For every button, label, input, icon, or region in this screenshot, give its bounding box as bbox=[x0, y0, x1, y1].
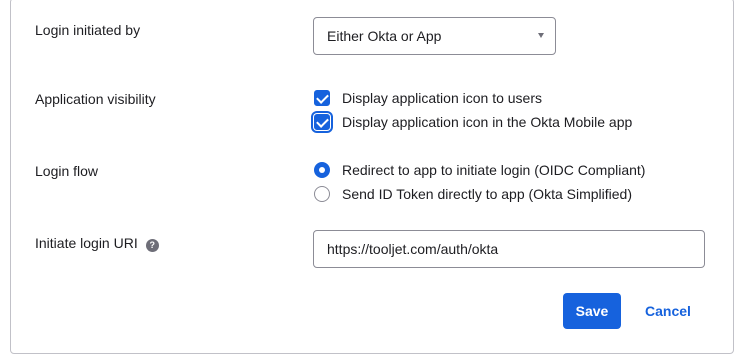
login-flow-option-redirect[interactable]: Redirect to app to initiate login (OIDC … bbox=[313, 160, 645, 180]
login-flow-option-id-token-label: Send ID Token directly to app (Okta Simp… bbox=[342, 186, 632, 202]
visibility-option-mobile-label: Display application icon in the Okta Mob… bbox=[342, 114, 633, 130]
cancel-button[interactable]: Cancel bbox=[636, 293, 700, 329]
visibility-option-users-label: Display application icon to users bbox=[342, 90, 542, 106]
visibility-option-users[interactable]: Display application icon to users bbox=[313, 88, 542, 108]
radio-id-token[interactable] bbox=[314, 186, 330, 202]
login-flow-label: Login flow bbox=[35, 163, 99, 179]
chevron-down-icon bbox=[538, 33, 544, 38]
checkbox-display-icon-users[interactable] bbox=[314, 90, 330, 106]
visibility-option-mobile[interactable]: Display application icon in the Okta Mob… bbox=[313, 112, 632, 132]
initiate-login-uri-label: Initiate login URI? bbox=[35, 234, 159, 252]
save-button[interactable]: Save bbox=[563, 293, 621, 329]
login-initiated-by-value: Either Okta or App bbox=[327, 28, 442, 44]
initiate-login-uri-input[interactable]: https://tooljet.com/auth/okta bbox=[313, 230, 705, 268]
login-flow-option-redirect-label: Redirect to app to initiate login (OIDC … bbox=[342, 162, 646, 178]
initiate-login-uri-label-text: Initiate login URI bbox=[35, 235, 138, 251]
checkbox-display-icon-mobile[interactable] bbox=[314, 114, 330, 130]
login-flow-option-id-token[interactable]: Send ID Token directly to app (Okta Simp… bbox=[313, 184, 632, 204]
login-initiated-by-label: Login initiated by bbox=[35, 22, 141, 38]
help-icon[interactable]: ? bbox=[145, 239, 159, 252]
login-initiated-by-select[interactable]: Either Okta or App bbox=[313, 17, 556, 55]
radio-redirect[interactable] bbox=[314, 162, 330, 178]
application-visibility-label: Application visibility bbox=[35, 91, 156, 107]
